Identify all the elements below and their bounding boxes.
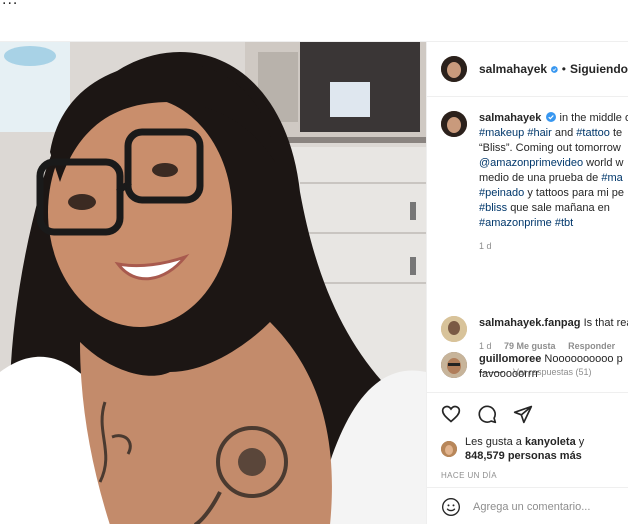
comment-text-line-2: favooooorrrr bbox=[479, 368, 539, 380]
caption-row: salmahayek in the middle o #makeup #hair… bbox=[441, 111, 628, 254]
caption-text: salmahayek in the middle o #makeup #hair… bbox=[479, 111, 628, 254]
comment-username[interactable]: salmahayek.fanpag bbox=[479, 317, 581, 329]
caption-after-tattoo: te bbox=[612, 127, 623, 139]
hashtag-amazonprime[interactable]: #amazonprime bbox=[479, 217, 552, 229]
comment-input[interactable]: Agrega un comentario... bbox=[473, 501, 590, 513]
mention-amazonprimevideo[interactable]: @amazonprimevideo bbox=[479, 157, 583, 169]
header-separator: • bbox=[561, 62, 566, 76]
heart-icon[interactable] bbox=[441, 404, 461, 424]
likes-suffix: y bbox=[578, 436, 585, 448]
comment-text: Noooooooooo p bbox=[544, 353, 623, 365]
share-icon[interactable] bbox=[513, 404, 533, 424]
avatar[interactable] bbox=[441, 352, 467, 378]
caption-line-7: que sale mañana en bbox=[510, 202, 610, 214]
caption-age[interactable]: 1 d bbox=[479, 241, 492, 251]
reply-button[interactable]: Responder bbox=[568, 341, 615, 351]
caption-and: and bbox=[554, 127, 574, 139]
hashtag-bliss[interactable]: #bliss bbox=[479, 202, 507, 214]
hashtag-tbt[interactable]: #tbt bbox=[555, 217, 573, 229]
caption-line-3: “Bliss”. Coming out tomorrow bbox=[479, 142, 621, 154]
hashtag-hair[interactable]: #hair bbox=[527, 127, 551, 139]
hashtag-ma[interactable]: #ma bbox=[601, 172, 622, 184]
instagram-post: salmahayek • Siguiendo salmahayek in the… bbox=[0, 41, 628, 524]
likes-count[interactable]: 848,579 personas más bbox=[465, 450, 582, 462]
emoji-icon[interactable] bbox=[441, 497, 461, 517]
caption-meta: 1 d bbox=[479, 239, 628, 254]
add-comment-bar: Agrega un comentario... bbox=[427, 487, 628, 524]
avatar[interactable] bbox=[441, 316, 467, 342]
avatar[interactable] bbox=[441, 111, 467, 137]
caption-username[interactable]: salmahayek bbox=[479, 112, 541, 124]
verified-icon bbox=[546, 112, 557, 122]
comment-row: guillomoree Noooooooooo p favooooorrrr bbox=[441, 352, 628, 382]
hashtag-tattoo[interactable]: #tattoo bbox=[576, 127, 610, 139]
post-photo[interactable] bbox=[0, 42, 426, 524]
hashtag-makeup[interactable]: #makeup bbox=[479, 127, 524, 139]
comment-body: guillomoree Noooooooooo p favooooorrrr bbox=[479, 352, 628, 382]
likes-summary: Les gusta a kanyoleta y 848,579 personas… bbox=[441, 435, 615, 463]
comment-text: Is that rea bbox=[583, 317, 628, 329]
comments-list[interactable]: salmahayek in the middle o #makeup #hair… bbox=[427, 98, 628, 392]
caption-line-6: y tattoos para mi pe bbox=[527, 187, 624, 199]
hashtag-peinado[interactable]: #peinado bbox=[479, 187, 524, 199]
post-actions: Les gusta a kanyoleta y 848,579 personas… bbox=[427, 392, 628, 480]
avatar[interactable] bbox=[441, 441, 457, 457]
post-side-panel: salmahayek • Siguiendo salmahayek in the… bbox=[426, 42, 628, 524]
post-header: salmahayek • Siguiendo bbox=[427, 42, 628, 97]
verified-icon bbox=[551, 65, 558, 73]
caption-after-mention: world w bbox=[586, 157, 624, 169]
comment-age[interactable]: 1 d bbox=[479, 341, 492, 351]
likes-prefix: Les gusta a bbox=[465, 436, 522, 448]
avatar[interactable] bbox=[441, 56, 467, 82]
cropped-heading-text: ... bbox=[2, 0, 18, 9]
likes-user[interactable]: kanyoleta bbox=[525, 436, 576, 448]
action-icons bbox=[441, 403, 615, 425]
following-button[interactable]: Siguiendo bbox=[570, 62, 628, 76]
caption-line-1: in the middle o bbox=[559, 112, 628, 124]
comment-body: salmahayek.fanpag Is that rea 1 d 79 Me … bbox=[479, 316, 628, 354]
post-timestamp[interactable]: HACE UN DÍA bbox=[441, 471, 615, 480]
top-cropped-text: ... bbox=[0, 0, 628, 14]
comment-likes[interactable]: 79 Me gusta bbox=[504, 341, 556, 351]
likes-text: Les gusta a kanyoleta y 848,579 personas… bbox=[465, 435, 584, 463]
header-username[interactable]: salmahayek bbox=[479, 62, 547, 76]
comment-username[interactable]: guillomoree bbox=[479, 353, 541, 365]
caption-line-5: medio de una prueba de bbox=[479, 172, 599, 184]
comment-icon[interactable] bbox=[477, 404, 497, 424]
post-photo-illustration bbox=[0, 42, 426, 524]
comment-row: salmahayek.fanpag Is that rea 1 d 79 Me … bbox=[441, 316, 628, 354]
